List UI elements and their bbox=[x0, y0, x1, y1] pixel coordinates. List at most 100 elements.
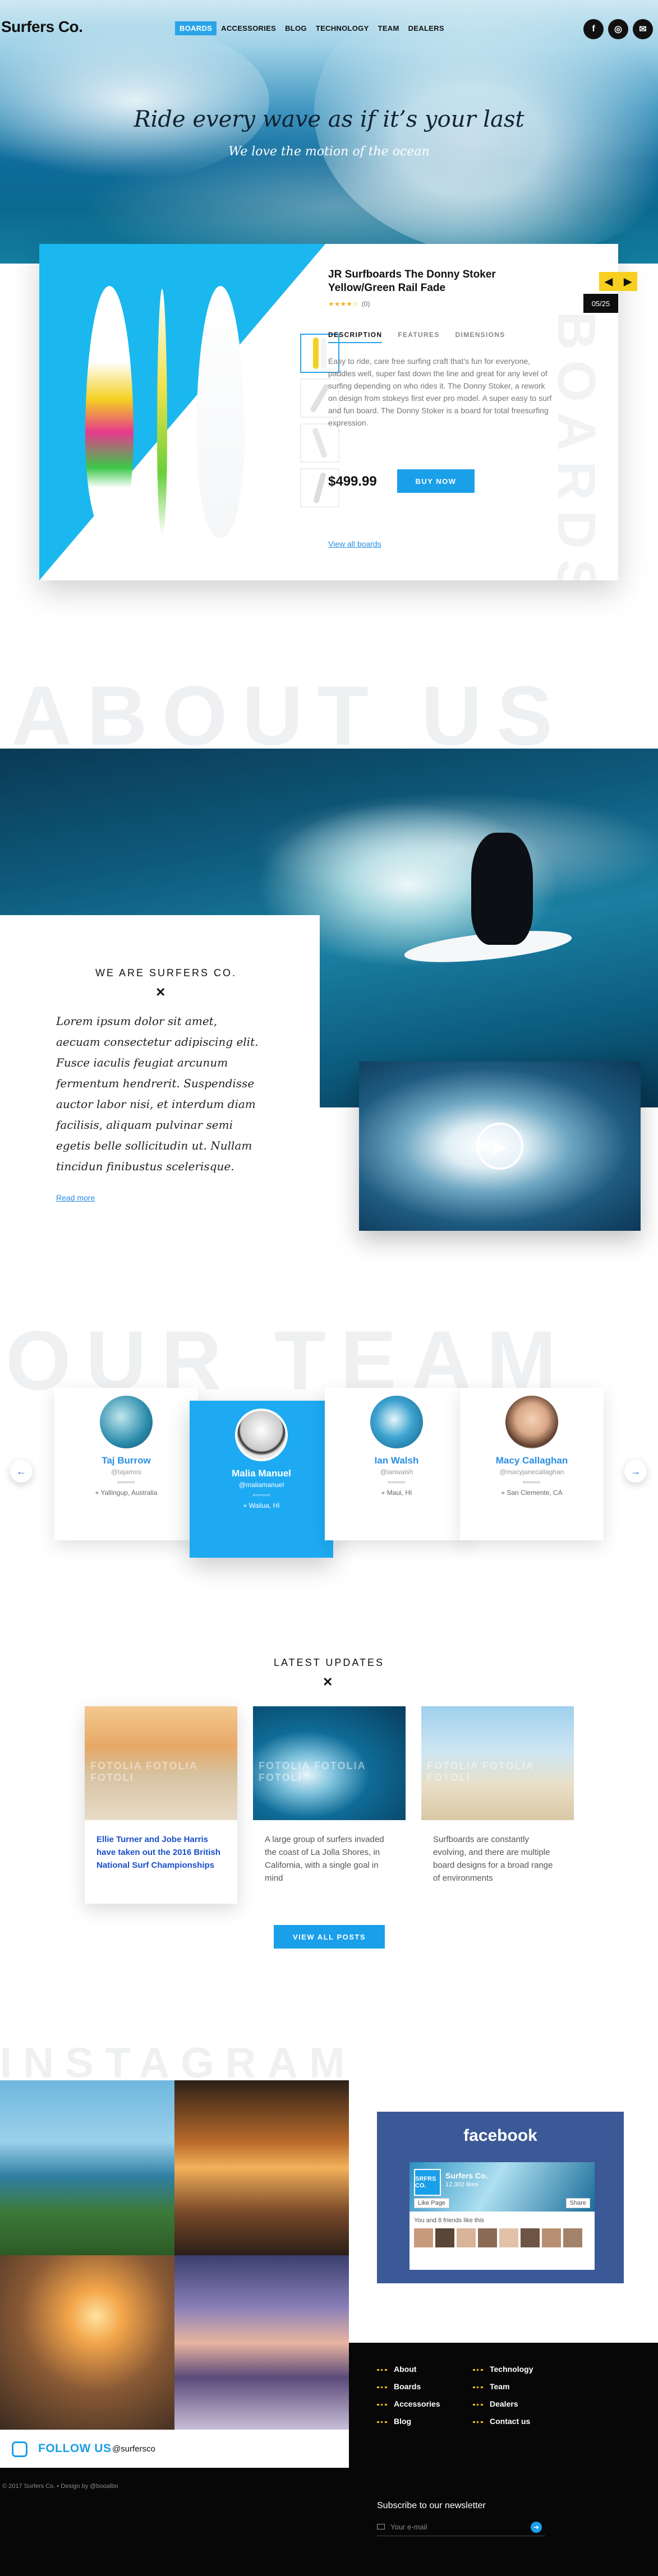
footer-link-dealers[interactable]: Dealers bbox=[473, 2399, 533, 2408]
nav-item-technology[interactable]: TECHNOLOGY bbox=[311, 21, 374, 35]
rating-count: (0) bbox=[361, 300, 370, 308]
view-all-boards-link[interactable]: View all boards bbox=[328, 539, 381, 548]
newsletter-email-field[interactable]: Your e-mail ➜ bbox=[377, 2519, 545, 2536]
avatar bbox=[100, 1396, 153, 1448]
team-next-arrow-icon[interactable]: → bbox=[624, 1460, 647, 1483]
footer-links-left: About Boards Accessories Blog bbox=[377, 2365, 440, 2434]
tab-features[interactable]: FEATURES bbox=[398, 331, 439, 343]
footer-link-contact[interactable]: Contact us bbox=[473, 2417, 533, 2426]
newsletter-title: Subscribe to our newsletter bbox=[377, 2501, 486, 2510]
thumbnail-3[interactable] bbox=[300, 423, 339, 463]
instagram-photo-2[interactable] bbox=[174, 2080, 349, 2255]
location-text: Yallingup, Australia bbox=[100, 1489, 158, 1497]
product-slider-arrows: ◀ ▶ bbox=[599, 272, 637, 291]
product-title: JR Surfboards The Donny Stoker Yellow/Gr… bbox=[328, 269, 496, 294]
footer-link-blog[interactable]: Blog bbox=[377, 2417, 440, 2426]
post-image-3[interactable]: FOTOLIA FOTOLIA FOTOLI bbox=[421, 1706, 574, 1820]
view-all-posts-button[interactable]: VIEW ALL POSTS bbox=[274, 1925, 385, 1949]
updates-heading: LATEST UPDATES bbox=[273, 1657, 385, 1668]
avatar bbox=[370, 1396, 423, 1448]
slide-counter: 05/25 bbox=[583, 294, 618, 313]
footer-link-about[interactable]: About bbox=[377, 2365, 440, 2374]
email-placeholder[interactable]: Your e-mail bbox=[390, 2523, 427, 2531]
team-card-ian[interactable]: Ian Walsh @ianwalsh ⌖ Maui, HI bbox=[325, 1388, 468, 1540]
team-card-taj[interactable]: Taj Burrow @tajamos ⌖ Yallingup, Austral… bbox=[54, 1388, 198, 1540]
team-card-malia[interactable]: Malia Manuel @maliamanuel ⌖ Wailua, HI bbox=[190, 1401, 333, 1558]
prev-arrow-icon[interactable]: ◀ bbox=[599, 272, 618, 291]
pin-icon: ⌖ bbox=[381, 1489, 387, 1497]
video-thumbnail[interactable]: ▶ bbox=[359, 1061, 641, 1231]
next-arrow-icon[interactable]: ▶ bbox=[618, 272, 637, 291]
instagram-photo-3[interactable] bbox=[0, 2255, 174, 2430]
site-logo[interactable]: Surfers Co. bbox=[1, 18, 83, 36]
facebook-page-name[interactable]: Surfers Co. bbox=[445, 2171, 487, 2180]
main-nav: BOARDS ACCESSORIES BLOG TECHNOLOGY TEAM … bbox=[175, 21, 449, 35]
instagram-icon bbox=[12, 2441, 27, 2457]
wave-foam bbox=[236, 788, 658, 911]
tab-description[interactable]: DESCRIPTION bbox=[328, 331, 383, 343]
mail-icon[interactable]: ✉ bbox=[633, 19, 653, 39]
facebook-title: facebook bbox=[463, 2126, 537, 2145]
play-icon[interactable]: ▶ bbox=[476, 1123, 523, 1170]
nav-item-dealers[interactable]: DEALERS bbox=[404, 21, 449, 35]
location-text: Wailua, HI bbox=[249, 1502, 280, 1509]
footer-link-team[interactable]: Team bbox=[473, 2382, 533, 2391]
member-handle: @tajamos bbox=[111, 1468, 142, 1476]
post-image-2[interactable]: FOTOLIA FOTOLIA FOTOLI bbox=[253, 1706, 406, 1820]
member-handle: @maliamanuel bbox=[238, 1481, 284, 1489]
member-location: ⌖ San Clemente, CA bbox=[460, 1489, 604, 1497]
post-image-1[interactable]: FOTOLIA FOTOLIA FOTOLI bbox=[85, 1706, 237, 1820]
location-text: San Clemente, CA bbox=[507, 1489, 563, 1497]
member-handle: @ianwalsh bbox=[380, 1468, 413, 1476]
tab-dimensions[interactable]: DIMENSIONS bbox=[455, 331, 505, 343]
star-icons: ★★★★☆ bbox=[328, 300, 358, 308]
nav-item-team[interactable]: TEAM bbox=[374, 21, 404, 35]
about-paragraph: Lorem ipsum dolor sit amet, aecuam conse… bbox=[56, 1014, 259, 1173]
divider bbox=[118, 1481, 135, 1483]
read-more-link[interactable]: Read more bbox=[56, 1193, 95, 1202]
instagram-icon[interactable]: ◎ bbox=[608, 19, 628, 39]
about-cross-icon: ✕ bbox=[155, 985, 166, 999]
product-tabs: DESCRIPTION FEATURES DIMENSIONS bbox=[328, 331, 505, 343]
nav-item-blog[interactable]: BLOG bbox=[280, 21, 311, 35]
nav-item-boards[interactable]: BOARDS bbox=[175, 21, 217, 35]
instagram-follow-bar[interactable]: FOLLOW US @surfersco bbox=[0, 2430, 349, 2468]
member-name: Ian Walsh bbox=[374, 1455, 419, 1466]
social-links: f ◎ ✉ bbox=[583, 19, 653, 39]
product-description: Easy to ride, care free surfing craft th… bbox=[328, 357, 552, 427]
divider bbox=[523, 1481, 540, 1483]
facebook-page-plugin[interactable]: SRFRS CO. Surfers Co. 12,302 likes Like … bbox=[409, 2162, 595, 2270]
post-title-3[interactable]: Surfboards are constantly evolving, and … bbox=[433, 1833, 562, 1885]
team-prev-arrow-icon[interactable]: ← bbox=[10, 1460, 33, 1483]
hero-subtitle: We love the motion of the ocean bbox=[228, 145, 430, 159]
facebook-like-button[interactable]: Like Page bbox=[414, 2198, 449, 2208]
nav-item-accessories[interactable]: ACCESSORIES bbox=[217, 21, 280, 35]
avatar bbox=[235, 1409, 288, 1461]
buy-now-button[interactable]: BUY NOW bbox=[397, 469, 475, 493]
card-side-word: BOARDS bbox=[546, 311, 606, 580]
footer-link-accessories[interactable]: Accessories bbox=[377, 2399, 440, 2408]
post-title-2[interactable]: A large group of surfers invaded the coa… bbox=[265, 1833, 394, 1885]
watermark: FOTOLIA FOTOLIA FOTOLI bbox=[90, 1760, 197, 1783]
instagram-photo-4[interactable] bbox=[174, 2255, 349, 2430]
facebook-icon[interactable]: f bbox=[583, 19, 604, 39]
location-text: Maui, HI bbox=[386, 1489, 412, 1497]
instagram-photo-1[interactable] bbox=[0, 2080, 174, 2255]
about-heading: WE ARE SURFERS CO. bbox=[95, 967, 237, 978]
facebook-share-button[interactable]: Share bbox=[565, 2198, 590, 2208]
footer-link-boards[interactable]: Boards bbox=[377, 2382, 440, 2391]
team-card-macy[interactable]: Macy Callaghan @macyjanecallaghan ⌖ San … bbox=[460, 1388, 604, 1540]
divider bbox=[253, 1494, 270, 1496]
facebook-page-avatar: SRFRS CO. bbox=[414, 2169, 441, 2196]
updates-cross-icon: ✕ bbox=[323, 1675, 333, 1689]
card-accent-triangle bbox=[39, 244, 325, 580]
member-name: Malia Manuel bbox=[232, 1468, 291, 1479]
instagram-handle: @surfersco bbox=[112, 2444, 155, 2454]
watermark: FOTOLIA FOTOLIA FOTOLI bbox=[259, 1760, 366, 1783]
post-title-1[interactable]: Ellie Turner and Jobe Harris have taken … bbox=[96, 1833, 226, 1872]
avatar bbox=[505, 1396, 558, 1448]
submit-arrow-icon[interactable]: ➜ bbox=[531, 2522, 542, 2533]
mail-icon bbox=[377, 2524, 385, 2529]
footer-link-technology[interactable]: Technology bbox=[473, 2365, 533, 2374]
member-location: ⌖ Yallingup, Australia bbox=[54, 1489, 198, 1497]
